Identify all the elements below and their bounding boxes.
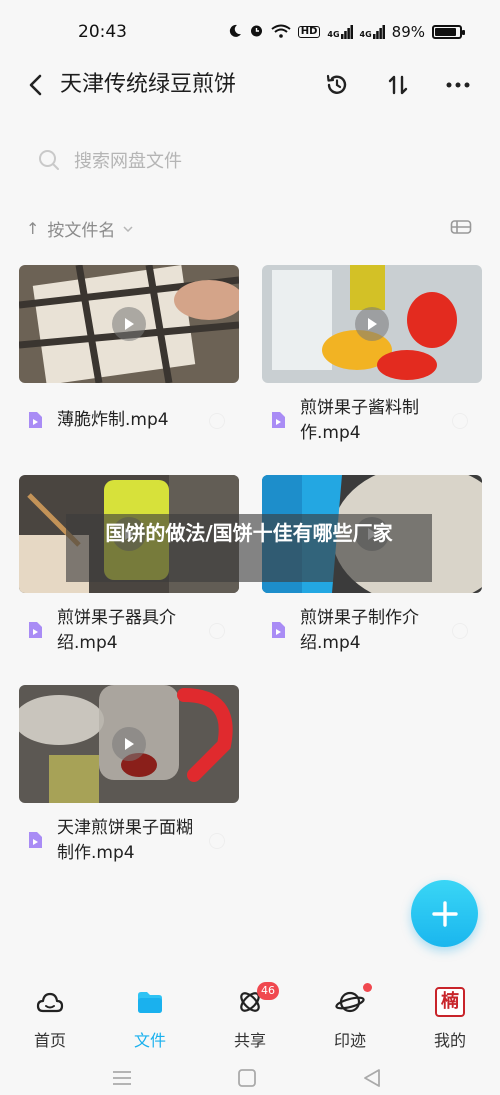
file-card[interactable]: 薄脆炸制.mp4	[19, 265, 239, 455]
sort-direction-icon: ↑	[26, 218, 40, 238]
select-checkbox[interactable]	[452, 623, 468, 639]
file-name: 煎饼果子酱料制作.mp4	[300, 398, 419, 443]
history-button[interactable]	[322, 70, 352, 100]
back-arrow-icon	[29, 74, 42, 96]
play-icon	[355, 307, 389, 341]
nav-item-files[interactable]: 文件	[115, 975, 185, 1055]
menu-icon[interactable]	[110, 1068, 134, 1088]
page-title: 天津传统绿豆煎饼	[60, 72, 237, 97]
video-thumbnail[interactable]	[19, 685, 239, 803]
alarm-icon	[249, 23, 264, 41]
select-checkbox[interactable]	[209, 833, 225, 849]
battery-icon	[432, 25, 465, 39]
planet-icon	[335, 991, 365, 1013]
file-name: 薄脆炸制.mp4	[57, 410, 169, 430]
file-name: 煎饼果子器具介绍.mp4	[57, 608, 176, 653]
avatar-seal-icon: 楠	[435, 987, 465, 1017]
signal-icon-1: 4G	[327, 25, 353, 39]
bottom-nav: 首页 文件 46 共享 印迹 楠 我的	[0, 975, 500, 1055]
add-file-button[interactable]	[411, 880, 478, 947]
nav-item-me[interactable]: 楠 我的	[415, 975, 485, 1055]
notification-dot	[363, 983, 372, 992]
nav-label-traces: 印迹	[333, 1031, 366, 1050]
file-card[interactable]: 煎饼果子酱料制作.mp4	[262, 265, 482, 455]
file-card[interactable]: 天津煎饼果子面糊制作.mp4	[19, 685, 239, 875]
back-triangle-icon[interactable]	[360, 1068, 384, 1088]
nav-label-files: 文件	[133, 1031, 166, 1050]
more-button[interactable]	[443, 70, 473, 100]
view-toggle-button[interactable]	[450, 218, 472, 236]
status-time: 20:43	[78, 22, 127, 42]
search-input[interactable]: 搜索网盘文件	[20, 138, 480, 182]
signal-icon-2: 4G	[360, 25, 385, 39]
video-file-icon	[272, 622, 285, 638]
chevron-down-icon	[123, 222, 133, 235]
hd-icon: HD	[297, 26, 321, 38]
select-checkbox[interactable]	[452, 413, 468, 429]
video-file-icon	[29, 622, 42, 638]
more-icon	[446, 82, 470, 88]
video-thumbnail[interactable]	[19, 265, 239, 383]
sort-row: ↑ 按文件名	[26, 214, 476, 242]
plus-icon	[431, 900, 458, 927]
list-view-icon	[450, 220, 472, 234]
search-icon	[39, 150, 59, 170]
share-badge: 46	[257, 982, 279, 1000]
video-file-icon	[29, 832, 42, 848]
status-bar: 20:43 HD 4G 4G 89%	[0, 0, 500, 64]
nav-label-share: 共享	[233, 1031, 266, 1050]
battery-fill	[435, 28, 457, 36]
back-button[interactable]	[22, 70, 48, 100]
nav-item-home[interactable]: 首页	[15, 975, 85, 1055]
play-icon	[112, 307, 146, 341]
file-name: 天津煎饼果子面糊制作.mp4	[57, 818, 193, 863]
home-cloud-icon	[36, 992, 64, 1013]
wifi-icon	[271, 24, 291, 41]
nav-item-traces[interactable]: 印迹	[315, 975, 385, 1055]
nav-label-home: 首页	[33, 1031, 66, 1050]
select-checkbox[interactable]	[209, 623, 225, 639]
system-nav-bar	[0, 1060, 500, 1095]
sort-transfer-button[interactable]	[383, 70, 413, 100]
video-file-icon	[29, 412, 42, 428]
history-icon	[326, 74, 347, 94]
battery-percent: 89%	[391, 23, 425, 41]
sort-transfer-icon	[388, 75, 408, 95]
header: 天津传统绿豆煎饼	[0, 60, 500, 110]
folder-icon	[138, 992, 162, 1013]
status-icons: HD 4G 4G 89%	[228, 23, 465, 41]
select-checkbox[interactable]	[209, 413, 225, 429]
overlay-banner: 国饼的做法/国饼十佳有哪些厂家	[66, 514, 432, 582]
file-name: 煎饼果子制作介绍.mp4	[300, 608, 419, 653]
nav-item-share[interactable]: 46 共享	[215, 975, 285, 1055]
search-placeholder: 搜索网盘文件	[74, 151, 182, 172]
sort-label: 按文件名	[47, 220, 116, 241]
home-square-icon[interactable]	[235, 1068, 259, 1088]
video-thumbnail[interactable]	[262, 265, 482, 383]
moon-icon	[228, 24, 242, 41]
nav-label-me: 我的	[433, 1031, 466, 1050]
sort-dropdown[interactable]: ↑ 按文件名	[26, 216, 133, 241]
play-icon	[112, 727, 146, 761]
video-file-icon	[272, 412, 285, 428]
